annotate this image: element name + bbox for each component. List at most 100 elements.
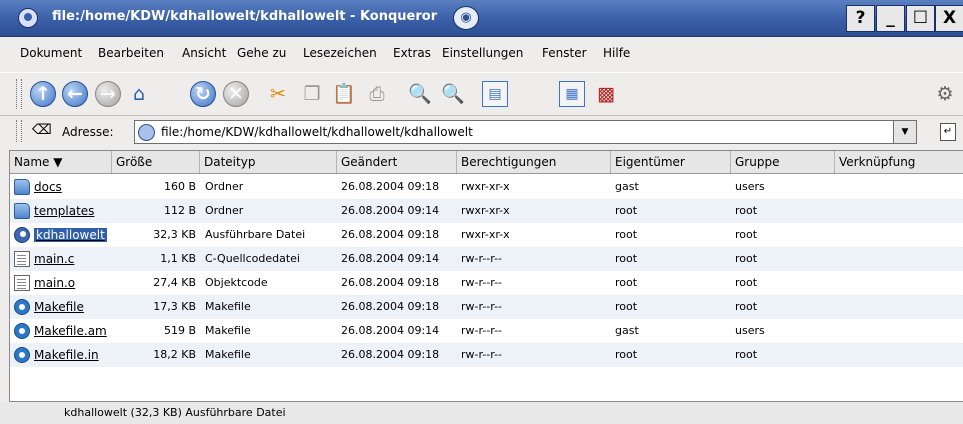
file-size: 17,3 KB: [153, 300, 196, 313]
file-type: Makefile: [205, 300, 251, 313]
column-permissions[interactable]: Berechtigungen: [457, 151, 611, 173]
menu-gehe-zu[interactable]: Gehe zu: [237, 46, 286, 60]
file-owner: root: [615, 276, 638, 289]
reload-icon[interactable]: ↻: [190, 81, 216, 107]
up-icon[interactable]: ↑: [30, 81, 56, 107]
cut-icon[interactable]: ✂: [265, 81, 291, 107]
file-modified: 26.08.2004 09:14: [341, 324, 440, 337]
menu-einstellungen[interactable]: Einstellungen: [442, 46, 523, 60]
zoom-out-icon[interactable]: 🔍: [440, 81, 466, 107]
table-row[interactable]: docs 160 B Ordner 26.08.2004 09:18 rwxr-xr-x…: [10, 175, 963, 199]
file-size: 160 B: [163, 180, 196, 193]
table-row[interactable]: kdhallowelt 32,3 KB Ausführbare Datei 26.08…: [10, 223, 963, 247]
toolbar-grip[interactable]: [16, 79, 22, 109]
menu-bearbeiten[interactable]: Bearbeiten: [98, 46, 164, 60]
file-size: 27,4 KB: [153, 276, 196, 289]
file-name[interactable]: main.o: [34, 271, 75, 295]
file-size: 32,3 KB: [153, 228, 196, 241]
file-name[interactable]: docs: [34, 175, 62, 199]
file-group: root: [735, 228, 758, 241]
window-title: file:/home/KDW/kdhallowelt/kdhallowelt -…: [52, 9, 438, 24]
main-toolbar: ↑ ← → ⌂ ↻ ✕ ✂ ❐ 📋 ⎙ 🔍 🔍 ▤ ▦ ▩ ⚙: [0, 72, 963, 116]
file-name-label: Makefile: [34, 300, 84, 314]
column-type[interactable]: Dateityp: [200, 151, 337, 173]
addressbar-grip[interactable]: [16, 120, 22, 142]
file-name[interactable]: Makefile.in: [34, 343, 99, 367]
status-text: kdhallowelt (32,3 KB) Ausführbare Datei: [64, 406, 286, 419]
column-owner[interactable]: Eigentümer: [611, 151, 731, 173]
detail-view-icon[interactable]: ▦: [559, 81, 585, 107]
go-icon[interactable]: ↵: [940, 123, 956, 141]
close-button[interactable]: X: [935, 5, 963, 32]
help-button[interactable]: ?: [846, 5, 875, 32]
home-icon[interactable]: ⌂: [126, 81, 152, 107]
file-perms: rw-r--r--: [461, 300, 503, 313]
stop-icon[interactable]: ✕: [223, 81, 249, 107]
file-modified: 26.08.2004 09:18: [341, 228, 440, 241]
firewall-icon[interactable]: ▩: [593, 81, 619, 107]
column-link[interactable]: Verknüpfung: [835, 151, 963, 173]
address-input[interactable]: file:/home/KDW/kdhallowelt/kdhallowelt/k…: [134, 120, 914, 144]
menu-dokument[interactable]: Dokument: [20, 46, 82, 60]
file-group: root: [735, 252, 758, 265]
file-owner: root: [615, 300, 638, 313]
make-icon: [14, 347, 30, 363]
file-modified: 26.08.2004 09:18: [341, 180, 440, 193]
file-owner: gast: [615, 180, 639, 193]
sticky-icon[interactable]: ◉: [453, 6, 479, 30]
back-icon[interactable]: ←: [62, 81, 88, 107]
menu-fenster[interactable]: Fenster: [542, 46, 587, 60]
file-name-label: docs: [34, 180, 62, 194]
file-name[interactable]: Makefile: [34, 295, 84, 319]
address-dropdown-button[interactable]: ▼: [893, 120, 917, 144]
file-name[interactable]: Makefile.am: [34, 319, 107, 343]
file-perms: rw-r--r--: [461, 348, 503, 361]
address-text[interactable]: file:/home/KDW/kdhallowelt/kdhallowelt/k…: [161, 125, 473, 139]
file-link: [839, 199, 959, 223]
file-name-label: kdhallowelt: [34, 228, 107, 242]
table-row[interactable]: templates 112 B Ordner 26.08.2004 09:14 rwxr…: [10, 199, 963, 223]
file-link: [839, 319, 959, 343]
paste-icon[interactable]: 📋: [331, 81, 357, 107]
column-modified[interactable]: Geändert: [337, 151, 457, 173]
maximize-button[interactable]: ☐: [906, 5, 935, 32]
file-link: [839, 295, 959, 319]
menu-ansicht[interactable]: Ansicht: [182, 46, 226, 60]
file-perms: rw-r--r--: [461, 252, 503, 265]
zoom-in-icon[interactable]: 🔍: [407, 81, 433, 107]
file-list[interactable]: Name ▼ Größe Dateityp Geändert Berechtig…: [9, 150, 963, 402]
table-row[interactable]: main.c 1,1 KB C-Quellcodedatei 26.08.2004 0…: [10, 247, 963, 271]
file-name-label: Makefile.in: [34, 348, 99, 362]
icon-view-icon[interactable]: ▤: [482, 81, 508, 107]
menu-extras[interactable]: Extras: [393, 46, 431, 60]
sort-arrow-icon: ▼: [53, 155, 63, 169]
print-icon[interactable]: ⎙: [364, 81, 390, 107]
doc-icon: [14, 275, 30, 291]
title-bar[interactable]: file:/home/KDW/kdhallowelt/kdhallowelt -…: [0, 0, 963, 37]
file-group: root: [735, 300, 758, 313]
table-row[interactable]: main.o 27,4 KB Objektcode 26.08.2004 09:18 r…: [10, 271, 963, 295]
forward-icon[interactable]: →: [95, 81, 121, 107]
minimize-button[interactable]: _: [876, 5, 905, 32]
file-link: [839, 223, 959, 247]
table-row[interactable]: Makefile 17,3 KB Makefile 26.08.2004 09:18 r…: [10, 295, 963, 319]
konqueror-app-icon[interactable]: [18, 8, 38, 28]
file-name[interactable]: templates: [34, 199, 94, 223]
file-type: Makefile: [205, 324, 251, 337]
copy-icon[interactable]: ❐: [299, 81, 325, 107]
file-name[interactable]: kdhallowelt: [34, 223, 107, 247]
file-name-label: main.o: [34, 276, 76, 290]
column-header: Name ▼ Größe Dateityp Geändert Berechtig…: [10, 151, 963, 174]
file-owner: root: [615, 204, 638, 217]
column-name[interactable]: Name ▼: [10, 151, 112, 173]
file-type: Ordner: [205, 180, 244, 193]
column-size[interactable]: Größe: [112, 151, 200, 173]
file-perms: rwxr-xr-x: [461, 228, 510, 241]
menu-lesezeichen[interactable]: Lesezeichen: [303, 46, 377, 60]
table-row[interactable]: Makefile.in 18,2 KB Makefile 26.08.2004 09:…: [10, 343, 963, 367]
column-group[interactable]: Gruppe: [731, 151, 835, 173]
file-name[interactable]: main.c: [34, 247, 74, 271]
menu-hilfe[interactable]: Hilfe: [603, 46, 630, 60]
clear-address-icon[interactable]: ⌫: [32, 122, 52, 138]
table-row[interactable]: Makefile.am 519 B Makefile 26.08.2004 09:14…: [10, 319, 963, 343]
